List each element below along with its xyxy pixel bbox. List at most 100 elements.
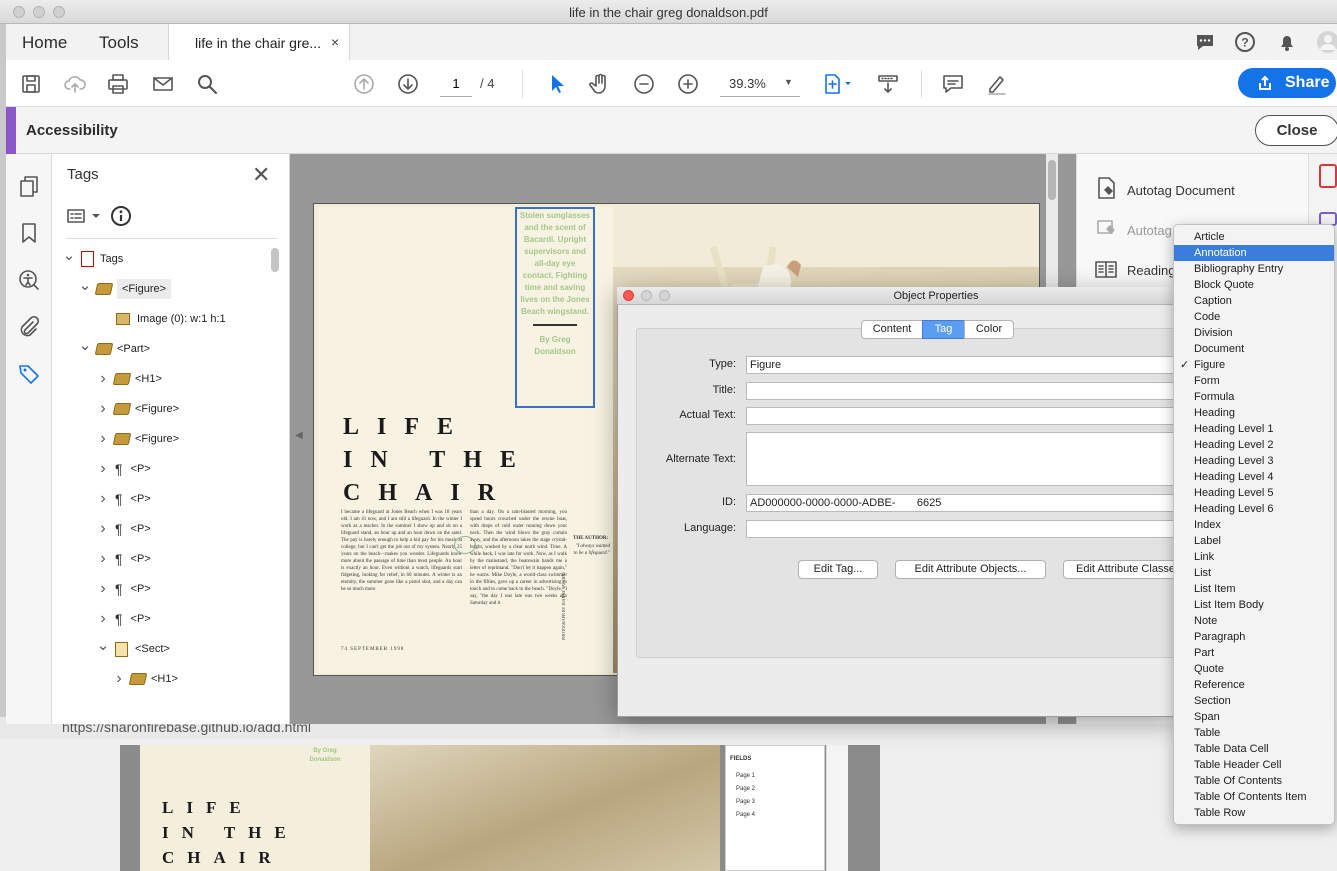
type-option[interactable]: Span bbox=[1174, 709, 1334, 725]
type-option[interactable]: ✓ Figure bbox=[1174, 357, 1334, 373]
tab-color[interactable]: Color bbox=[964, 320, 1014, 339]
document-scrollbar-thumb[interactable] bbox=[1048, 160, 1056, 200]
type-option[interactable]: Index bbox=[1174, 517, 1334, 533]
type-option[interactable]: Paragraph bbox=[1174, 629, 1334, 645]
tag-tree-item[interactable]: ⌄ <Part> bbox=[78, 334, 150, 364]
attachment-icon[interactable] bbox=[17, 315, 41, 339]
type-option[interactable]: Label bbox=[1174, 533, 1334, 549]
chevron-right-icon[interactable]: › bbox=[96, 550, 110, 568]
pages-thumbnails-icon[interactable] bbox=[17, 174, 41, 198]
chevron-right-icon[interactable]: › bbox=[96, 400, 110, 418]
tags-panel-close-icon[interactable]: ✕ bbox=[252, 162, 270, 188]
tags-icon[interactable] bbox=[17, 362, 41, 386]
user-avatar-icon[interactable] bbox=[1316, 30, 1337, 54]
type-option[interactable]: Link bbox=[1174, 549, 1334, 565]
tag-tree-item[interactable]: › <Figure> bbox=[96, 424, 179, 454]
edit-tag-button[interactable]: Edit Tag... bbox=[798, 560, 878, 579]
scroll-mode-icon[interactable] bbox=[876, 72, 900, 96]
chevron-right-icon[interactable]: › bbox=[112, 670, 126, 688]
type-option[interactable]: Table Header Cell bbox=[1174, 757, 1334, 773]
tags-panel-scrollbar[interactable] bbox=[271, 248, 279, 272]
hand-tool-icon[interactable] bbox=[588, 72, 612, 96]
tag-tree-item[interactable]: › ¶ <P> bbox=[96, 454, 150, 484]
title-field[interactable] bbox=[746, 382, 1186, 400]
type-option[interactable]: Division bbox=[1174, 325, 1334, 341]
tab-tag[interactable]: Tag bbox=[922, 320, 965, 339]
field-page-3[interactable]: Page 3 bbox=[736, 799, 755, 805]
save-icon[interactable] bbox=[19, 72, 43, 96]
tag-tree-item[interactable]: › ¶ <P> bbox=[96, 544, 150, 574]
type-option[interactable]: Heading Level 3 bbox=[1174, 453, 1334, 469]
share-button[interactable]: Share bbox=[1238, 68, 1336, 98]
search-icon[interactable] bbox=[195, 72, 219, 96]
fit-page-icon[interactable] bbox=[820, 72, 851, 96]
type-option[interactable]: Heading Level 4 bbox=[1174, 469, 1334, 485]
tag-tree-item[interactable]: › <H1> bbox=[96, 364, 162, 394]
type-option[interactable]: Heading Level 5 bbox=[1174, 485, 1334, 501]
actual-text-field[interactable] bbox=[746, 407, 1186, 425]
chevron-right-icon[interactable]: › bbox=[96, 610, 110, 628]
sidebar-quote-frame[interactable]: Stolen sunglasses and the scent of Bacar… bbox=[515, 207, 595, 408]
email-icon[interactable] bbox=[151, 72, 175, 96]
type-select[interactable]: Figure bbox=[746, 356, 1186, 374]
type-option[interactable]: Table Of Contents Item bbox=[1174, 789, 1334, 805]
tag-tree-item[interactable]: › <H1> bbox=[112, 664, 178, 694]
document-tab-close-icon[interactable]: × bbox=[331, 34, 339, 50]
type-option[interactable]: Article bbox=[1174, 229, 1334, 245]
chevron-right-icon[interactable]: › bbox=[96, 580, 110, 598]
zoom-level-select[interactable]: 39.3% ▼ bbox=[720, 71, 800, 97]
print-icon[interactable] bbox=[106, 72, 130, 96]
type-option[interactable]: List Item bbox=[1174, 581, 1334, 597]
type-option[interactable]: Bibliography Entry bbox=[1174, 261, 1334, 277]
type-option[interactable]: Formula bbox=[1174, 389, 1334, 405]
language-field[interactable] bbox=[746, 520, 1186, 538]
tag-tree-item[interactable]: ⌄ <Sect> bbox=[96, 634, 170, 664]
type-option[interactable]: Code bbox=[1174, 309, 1334, 325]
tag-tree-item[interactable]: ⌄ <Figure> bbox=[78, 274, 172, 304]
page-up-icon[interactable] bbox=[352, 72, 376, 96]
id-field[interactable]: AD000000-0000-0000-ADBE- 6625 bbox=[746, 494, 1186, 512]
type-option[interactable]: Heading Level 1 bbox=[1174, 421, 1334, 437]
field-page-4[interactable]: Page 4 bbox=[736, 812, 755, 818]
chevron-right-icon[interactable]: › bbox=[96, 430, 110, 448]
select-cursor-icon[interactable] bbox=[545, 72, 569, 96]
zoom-out-icon[interactable] bbox=[632, 72, 656, 96]
pen-sign-icon[interactable] bbox=[985, 72, 1009, 96]
type-option[interactable]: Reference bbox=[1174, 677, 1334, 693]
edit-attribute-objects-button[interactable]: Edit Attribute Objects... bbox=[895, 560, 1046, 579]
page-down-icon[interactable] bbox=[396, 72, 420, 96]
type-option[interactable]: Section bbox=[1174, 693, 1334, 709]
chevron-right-icon[interactable]: › bbox=[96, 460, 110, 478]
bookmark-icon[interactable] bbox=[17, 221, 41, 245]
tag-tree-item[interactable]: › ¶ <P> bbox=[96, 574, 150, 604]
tools-tab[interactable]: Tools bbox=[99, 33, 139, 53]
field-page-2[interactable]: Page 2 bbox=[736, 786, 755, 792]
tab-content[interactable]: Content bbox=[861, 320, 923, 339]
type-option[interactable]: Table Data Cell bbox=[1174, 741, 1334, 757]
tag-tree-item[interactable]: › ¶ <P> bbox=[96, 514, 150, 544]
page-number-input[interactable] bbox=[440, 71, 472, 97]
cloud-upload-icon[interactable] bbox=[63, 72, 87, 96]
type-option[interactable]: Annotation bbox=[1174, 245, 1334, 261]
type-option[interactable]: Document bbox=[1174, 341, 1334, 357]
tag-tree-item[interactable]: › ¶ <P> bbox=[96, 604, 150, 634]
type-option[interactable]: List bbox=[1174, 565, 1334, 581]
type-option[interactable]: Form bbox=[1174, 373, 1334, 389]
reading-order-button[interactable]: Reading bbox=[1127, 263, 1175, 278]
tag-type-dropdown[interactable]: Article Annotation Bibliography Entry Block… bbox=[1173, 224, 1335, 825]
type-option[interactable]: Heading Level 6 bbox=[1174, 501, 1334, 517]
field-page-1[interactable]: Page 1 bbox=[736, 773, 755, 779]
close-tool-button[interactable]: Close bbox=[1255, 115, 1337, 146]
document-tab[interactable]: life in the chair gre... × bbox=[168, 24, 350, 61]
type-option[interactable]: Note bbox=[1174, 613, 1334, 629]
create-pdf-icon[interactable] bbox=[1319, 164, 1337, 188]
help-icon[interactable]: ? bbox=[1234, 31, 1256, 53]
tags-options-menu-icon[interactable] bbox=[66, 206, 102, 226]
tag-tree-item[interactable]: ⌄ Tags bbox=[62, 244, 123, 274]
chevron-right-icon[interactable]: › bbox=[96, 370, 110, 388]
tag-tree-item[interactable]: Image (0): w:1 h:1 bbox=[96, 304, 226, 334]
chevron-down-icon[interactable]: ⌄ bbox=[78, 276, 92, 294]
chevron-right-icon[interactable]: › bbox=[96, 490, 110, 508]
home-tab[interactable]: Home bbox=[22, 33, 67, 53]
type-option[interactable]: List Item Body bbox=[1174, 597, 1334, 613]
